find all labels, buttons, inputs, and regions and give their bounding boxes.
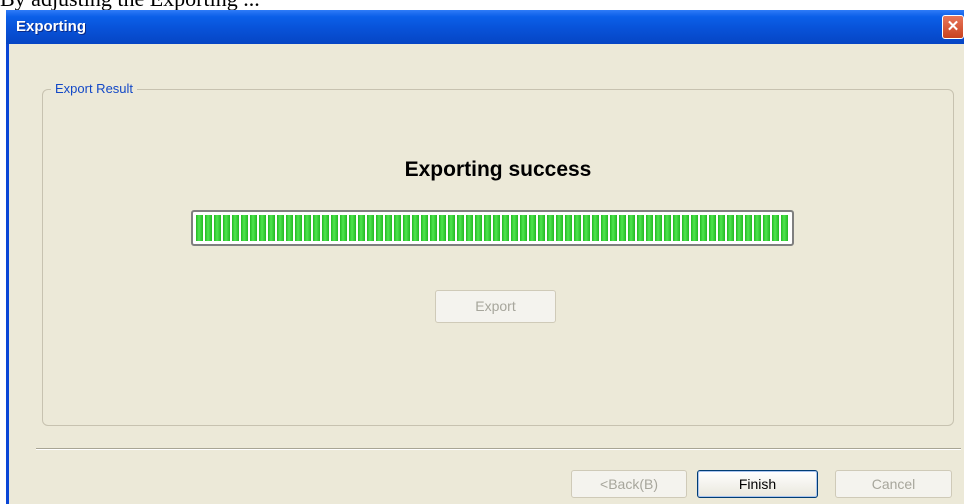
- background-text: By adjusting the Exporting ...: [0, 0, 260, 10]
- finish-button[interactable]: Finish: [697, 470, 818, 498]
- close-icon[interactable]: ✕: [942, 15, 964, 39]
- status-message: Exporting success: [404, 158, 592, 181]
- group-label: Export Result: [51, 81, 138, 96]
- cancel-button[interactable]: Cancel: [835, 470, 952, 498]
- back-button[interactable]: <Back(B): [571, 470, 687, 498]
- footer-separator: [36, 448, 961, 450]
- window-title: Exporting: [16, 18, 86, 35]
- export-progress-bar: [191, 210, 794, 246]
- export-button[interactable]: Export: [435, 290, 556, 323]
- exporting-dialog: Exporting ✕ Export Result Exporting succ…: [6, 10, 964, 504]
- export-result-group: Export Result Exporting success Export: [42, 81, 954, 426]
- title-bar[interactable]: Exporting ✕: [6, 10, 964, 44]
- cropped-background-text: By adjusting the Exporting ...: [0, 0, 964, 10]
- progress-fill: [196, 215, 789, 241]
